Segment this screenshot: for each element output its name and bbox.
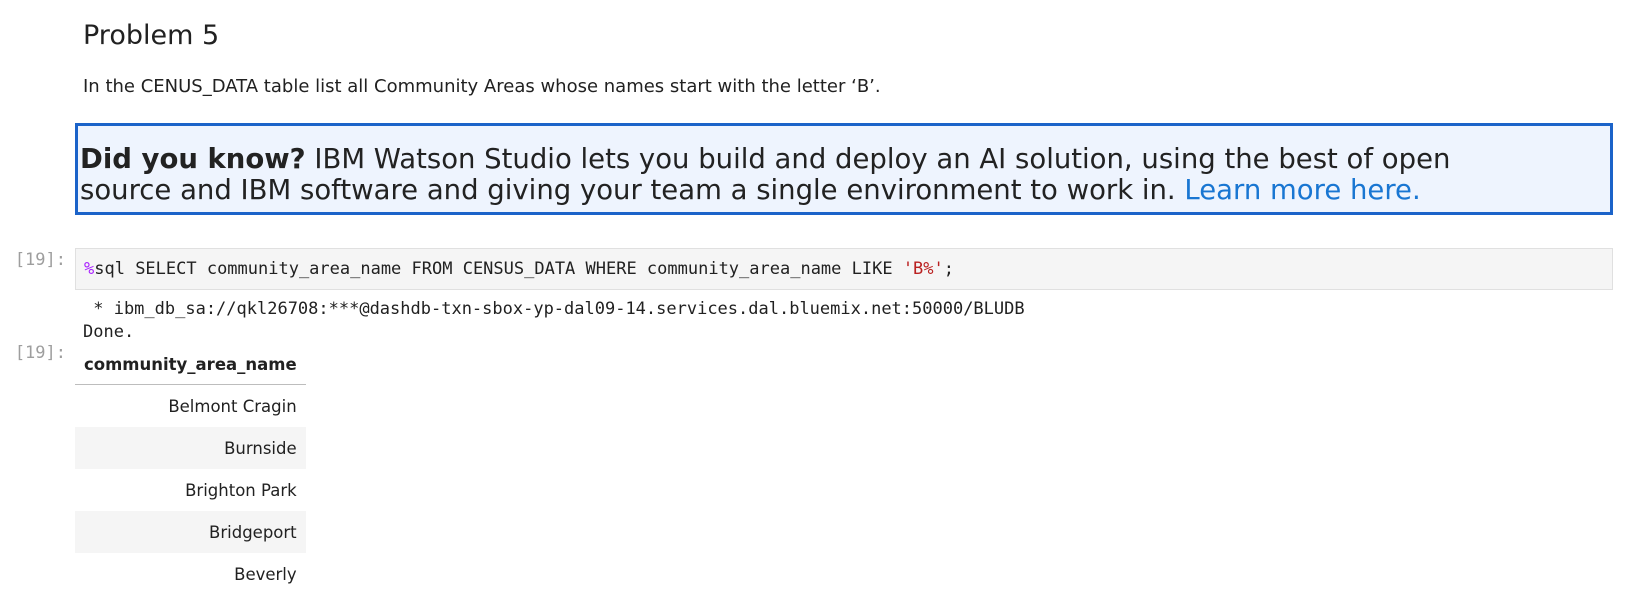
code-cell-input[interactable]: %sql SELECT community_area_name FROM CEN…	[75, 248, 1613, 290]
connection-string: * ibm_db_sa://qkl26708:***@dashdb-txn-sb…	[83, 299, 1025, 319]
result-table: community_area_name Belmont Cragin Burns…	[75, 348, 306, 595]
cell-output-stream: * ibm_db_sa://qkl26708:***@dashdb-txn-sb…	[83, 298, 1025, 344]
table-header-row: community_area_name	[75, 348, 306, 385]
column-header: community_area_name	[75, 348, 306, 385]
learn-more-link[interactable]: Learn more here.	[1184, 174, 1420, 206]
table-row: Bridgeport	[75, 511, 306, 553]
table-cell: Belmont Cragin	[168, 396, 297, 416]
output-prompt: [19]:	[14, 343, 66, 363]
done-message: Done.	[83, 322, 135, 342]
problem-description: In the CENUS_DATA table list all Communi…	[83, 76, 881, 97]
table-cell: Beverly	[234, 564, 297, 584]
table-row: Beverly	[75, 553, 306, 595]
sql-magic-symbol: %	[84, 259, 95, 279]
table-cell: Brighton Park	[185, 480, 297, 500]
table-row: Brighton Park	[75, 469, 306, 511]
sql-code: sql SELECT community_area_name FROM CENS…	[94, 259, 903, 279]
did-you-know-callout: Did you know? IBM Watson Studio lets you…	[75, 123, 1613, 215]
table-row: Belmont Cragin	[75, 385, 306, 428]
table-cell: Bridgeport	[75, 511, 306, 553]
sql-code-end: ;	[943, 259, 955, 279]
table-row: Burnside	[75, 427, 306, 469]
input-prompt: [19]:	[14, 250, 66, 270]
callout-bold-prefix: Did you know?	[80, 143, 306, 175]
problem-heading: Problem 5	[83, 20, 220, 51]
sql-string-literal: 'B%'	[902, 259, 944, 279]
table-cell: Burnside	[75, 427, 306, 469]
